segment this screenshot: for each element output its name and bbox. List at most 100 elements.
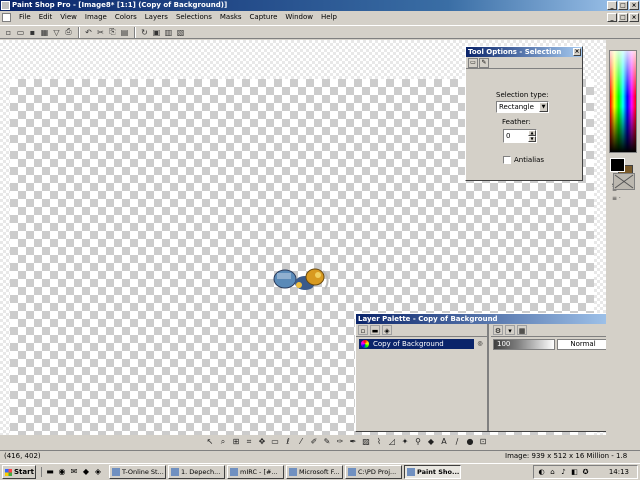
retouch-tool-icon[interactable]: ▨ — [360, 436, 372, 448]
layer-palette-toggle-icon[interactable]: ▧ — [175, 27, 186, 38]
color-spectrum[interactable] — [609, 50, 637, 153]
crop-tool-icon[interactable]: ⌗ — [243, 436, 255, 448]
new-layer-icon[interactable]: ▫ — [358, 325, 368, 335]
foreground-color-swatch[interactable] — [610, 158, 625, 172]
tool-options-title-bar[interactable]: Tool Options - Selection × — [466, 47, 582, 57]
dropper-tool-icon[interactable]: ✐ — [308, 436, 320, 448]
flood-fill-tool-icon[interactable]: ◆ — [425, 436, 437, 448]
texture-indicator[interactable]: ≡ · — [612, 195, 634, 203]
zoom-tool-icon[interactable]: ⌕ — [217, 436, 229, 448]
feather-spinner[interactable]: 0 ▲ ▼ — [503, 129, 537, 143]
delete-layer-icon[interactable]: ▬ — [370, 325, 380, 335]
save-icon[interactable]: ▪ — [27, 27, 38, 38]
undo-icon[interactable]: ↶ — [83, 27, 94, 38]
deform-tool-icon[interactable]: ⊞ — [230, 436, 242, 448]
selection-tool-icon[interactable]: ▭ — [269, 436, 281, 448]
selection-type-select[interactable]: Rectangle ▼ — [496, 101, 549, 113]
new-icon[interactable]: ▫ — [3, 27, 14, 38]
task-t-online[interactable]: T-Online St... — [109, 465, 166, 479]
menu-selections[interactable]: Selections — [172, 11, 216, 24]
color-replacer-tool-icon[interactable]: ✒ — [347, 436, 359, 448]
start-button[interactable]: Start — [2, 465, 36, 479]
menu-file[interactable]: File — [15, 11, 35, 24]
eraser-tool-icon[interactable]: ◿ — [386, 436, 398, 448]
layer-mask-icon[interactable]: ▾ — [505, 325, 515, 335]
menu-masks[interactable]: Masks — [216, 11, 246, 24]
tray-icon-4[interactable]: ◧ — [570, 468, 579, 477]
object-selector-tool-icon[interactable]: ⊡ — [477, 436, 489, 448]
volume-icon[interactable]: ♪ — [559, 468, 568, 477]
chevron-down-icon[interactable]: ▼ — [539, 102, 548, 112]
network-icon[interactable]: ⌂ — [548, 468, 557, 477]
menu-window[interactable]: Window — [281, 11, 317, 24]
draw-tool-icon[interactable]: ∕ — [451, 436, 463, 448]
windows-logo-icon — [5, 469, 12, 476]
document-icon[interactable] — [2, 13, 11, 22]
tray-icon-1[interactable]: ◐ — [537, 468, 546, 477]
paintbrush-tool-icon[interactable]: ✎ — [321, 436, 333, 448]
magic-wand-tool-icon[interactable]: ⁄ — [295, 436, 307, 448]
layer-mode-icon[interactable]: ⚙ — [493, 325, 503, 335]
texture-off-icon[interactable] — [613, 173, 635, 190]
layer-group-icon[interactable]: ▦ — [517, 325, 527, 335]
antialias-checkbox[interactable] — [503, 156, 511, 164]
minimize-button[interactable]: _ — [607, 1, 617, 10]
clone-brush-tool-icon[interactable]: ✑ — [334, 436, 346, 448]
close-button[interactable]: × — [629, 1, 639, 10]
filter-icon[interactable]: ▽ — [51, 27, 62, 38]
menu-colors[interactable]: Colors — [111, 11, 141, 24]
menu-help[interactable]: Help — [317, 11, 341, 24]
preset-shapes-tool-icon[interactable]: ● — [464, 436, 476, 448]
layer-palette-title-bar[interactable]: Layer Palette - Copy of Background × — [356, 314, 606, 324]
color-palette: ⇆ ≡ · ≡ · — [606, 40, 640, 435]
spin-down-icon[interactable]: ▼ — [528, 136, 536, 142]
menu-view[interactable]: View — [56, 11, 81, 24]
browser-icon[interactable]: ◉ — [57, 467, 67, 477]
mover-tool-icon[interactable]: ✥ — [256, 436, 268, 448]
browse-icon[interactable]: ▦ — [39, 27, 50, 38]
visibility-toggle-icon[interactable]: ◎ — [474, 339, 486, 349]
redo-icon[interactable]: ↻ — [139, 27, 150, 38]
task-microsoft[interactable]: Microsoft F... — [286, 465, 343, 479]
tool-options-close-button[interactable]: × — [573, 48, 581, 56]
app-shortcut-icon[interactable]: ◆ — [81, 467, 91, 477]
blend-mode-select[interactable]: Normal — [557, 339, 606, 350]
text-tool-icon[interactable]: A — [438, 436, 450, 448]
cut-icon[interactable]: ✂ — [95, 27, 106, 38]
layer-row[interactable]: Copy of Background ◎ — [359, 339, 486, 349]
maximize-button[interactable]: □ — [618, 1, 628, 10]
doc-restore-button[interactable]: □ — [618, 13, 628, 22]
copy-icon[interactable]: ⎘ — [107, 27, 118, 38]
doc-close-button[interactable]: × — [629, 13, 639, 22]
arrow-tool-icon[interactable]: ↖ — [204, 436, 216, 448]
tool-palette-toggle-icon[interactable]: ▣ — [151, 27, 162, 38]
blend-mode-value: Normal — [570, 340, 596, 348]
outlook-icon[interactable]: ✉ — [69, 467, 79, 477]
menu-edit[interactable]: Edit — [35, 11, 57, 24]
print-icon[interactable]: ⎙ — [63, 27, 74, 38]
task-depeche[interactable]: 1. Depech... — [168, 465, 225, 479]
show-desktop-icon[interactable]: ▬ — [45, 467, 55, 477]
scratch-remover-tool-icon[interactable]: ⌇ — [373, 436, 385, 448]
open-icon[interactable]: ▭ — [15, 27, 26, 38]
opacity-slider[interactable]: 100 — [493, 339, 555, 350]
picture-tube-tool-icon[interactable]: ✦ — [399, 436, 411, 448]
task-mirc[interactable]: mIRC - [#... — [227, 465, 284, 479]
paste-icon[interactable]: ▤ — [119, 27, 130, 38]
brush-tab-icon[interactable]: ✎ — [479, 57, 489, 68]
layer-properties-icon[interactable]: ◈ — [382, 325, 392, 335]
task-paint-shop[interactable]: Paint Sho... — [404, 465, 461, 479]
workspace: Tool Options - Selection × ▭ ✎ Selection… — [0, 40, 606, 435]
task-explorer[interactable]: C:\PD Proj... — [345, 465, 402, 479]
app-icon[interactable] — [1, 1, 10, 10]
menu-image[interactable]: Image — [81, 11, 111, 24]
selection-tab-icon[interactable]: ▭ — [468, 57, 478, 68]
color-palette-toggle-icon[interactable]: ▥ — [163, 27, 174, 38]
doc-minimize-button[interactable]: _ — [607, 13, 617, 22]
menu-capture[interactable]: Capture — [246, 11, 282, 24]
app-shortcut-2-icon[interactable]: ◈ — [93, 467, 103, 477]
airbrush-tool-icon[interactable]: ⚲ — [412, 436, 424, 448]
freehand-tool-icon[interactable]: ℓ — [282, 436, 294, 448]
menu-layers[interactable]: Layers — [141, 11, 172, 24]
tray-icon-5[interactable]: ✪ — [581, 468, 590, 477]
